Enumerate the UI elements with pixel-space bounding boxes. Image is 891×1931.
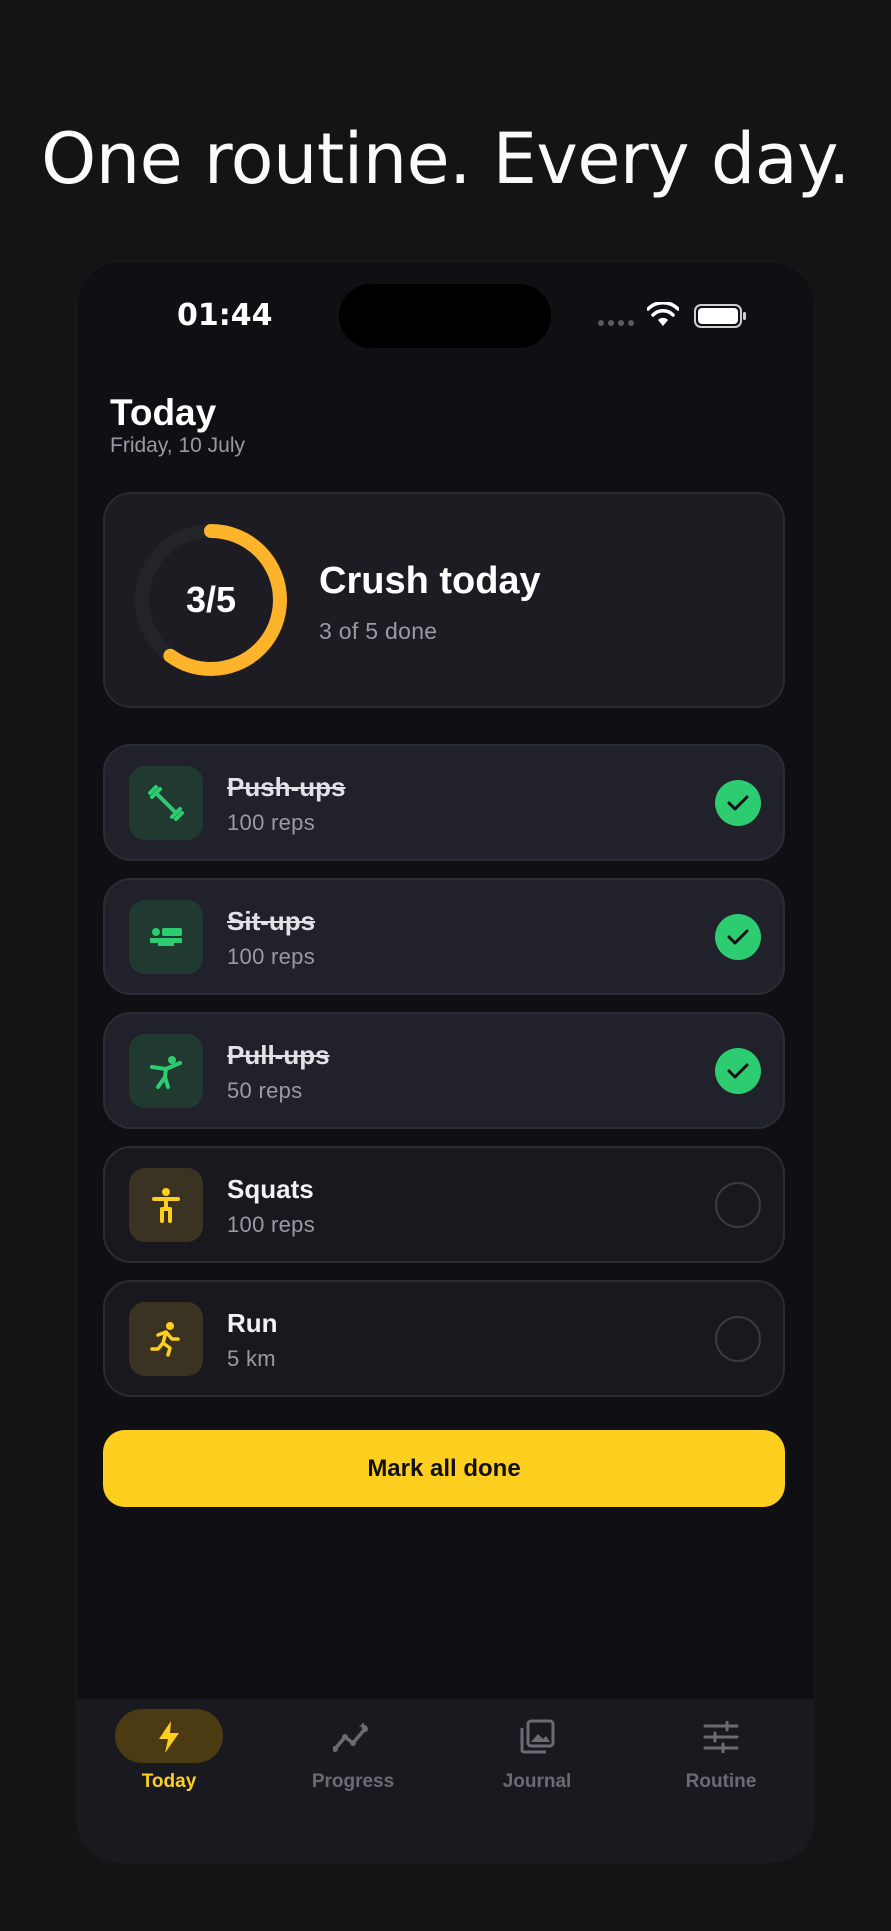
task-meta: 50 reps [227,1078,303,1103]
tab-journal[interactable]: Journal [445,1699,629,1862]
empty-checkbox-icon[interactable] [715,1182,761,1228]
task-name: Sit-ups [227,906,316,936]
trend-icon [333,1717,373,1757]
sliders-icon [701,1717,741,1757]
person-standing-icon [129,1168,203,1242]
page-title: Today [110,392,217,433]
task-row-pull-ups[interactable]: Pull-ups 50 reps [103,1012,785,1129]
gallery-icon [517,1717,557,1757]
task-meta: 100 reps [227,944,316,969]
battery-icon [694,304,746,328]
mark-all-done-button[interactable]: Mark all done [103,1430,785,1507]
tab-today[interactable]: Today [77,1699,261,1862]
checkmark-icon[interactable] [715,914,761,960]
task-row-squats[interactable]: Squats 100 reps [103,1146,785,1263]
tab-bar: Today Progress Journal Routine [77,1699,814,1862]
tab-journal-label: Journal [502,1771,572,1792]
page-date: Friday, 10 July [110,434,245,457]
running-icon [129,1302,203,1376]
task-meta: 5 km [227,1346,276,1371]
task-row-sit-ups[interactable]: Sit-ups 100 reps [103,878,785,995]
phone-frame: 01:44 Today Friday, 10 July 3/5 Crush to… [77,262,814,1862]
progress-count: 3/5 [185,579,237,620]
status-time: 01:44 [177,298,273,333]
tab-progress-label: Progress [311,1771,395,1792]
wifi-icon [647,302,679,326]
checkmark-icon[interactable] [715,780,761,826]
checkmark-icon[interactable] [715,1048,761,1094]
tab-progress[interactable]: Progress [261,1699,445,1862]
task-name: Squats [227,1174,314,1204]
task-row-run[interactable]: Run 5 km [103,1280,785,1397]
bolt-icon [149,1717,189,1757]
dynamic-island [339,284,551,348]
cellular-signal-icon [598,320,634,326]
summary-title: Crush today [319,560,541,602]
task-row-push-ups[interactable]: Push-ups 100 reps [103,744,785,861]
task-meta: 100 reps [227,1212,316,1237]
bed-icon [129,900,203,974]
marketing-headline: One routine. Every day. [41,118,850,200]
task-name: Pull-ups [227,1040,330,1070]
task-meta: 100 reps [227,810,316,835]
empty-checkbox-icon[interactable] [715,1316,761,1362]
progress-summary-card: 3/5 Crush today 3 of 5 done [103,492,785,708]
task-name: Push-ups [227,772,346,802]
tab-routine[interactable]: Routine [629,1699,813,1862]
tab-today-label: Today [141,1771,197,1792]
summary-subtitle: 3 of 5 done [319,618,438,644]
dumbbell-icon [129,766,203,840]
tab-routine-label: Routine [685,1771,757,1792]
martial-arts-icon [129,1034,203,1108]
task-name: Run [227,1308,278,1338]
